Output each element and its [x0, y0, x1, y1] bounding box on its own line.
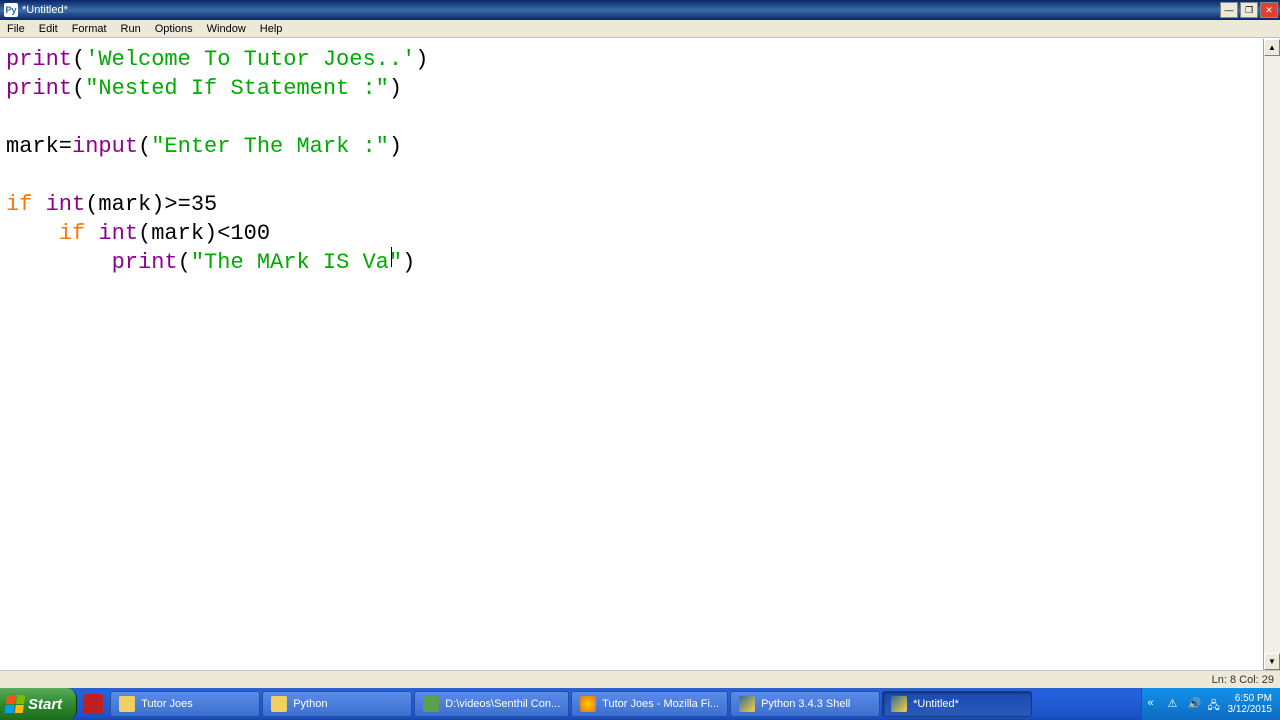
task-label: Tutor Joes - Mozilla Fi... [602, 698, 719, 710]
cursor-position: Ln: 8 Col: 29 [1212, 674, 1274, 686]
code-token: "Enter The Mark :" [151, 134, 389, 159]
app-icon [423, 696, 439, 712]
task-videos[interactable]: D:\videos\Senthil Con... [414, 691, 569, 717]
task-label: *Untitled* [913, 698, 959, 710]
code-token [85, 221, 98, 246]
code-token: ( [72, 76, 85, 101]
code-token: ) [402, 250, 415, 275]
clock-date: 3/12/2015 [1228, 704, 1273, 715]
tray-network-icon[interactable]: 🖧 [1208, 697, 1222, 711]
menu-window[interactable]: Window [200, 22, 253, 36]
editor-wrap: print('Welcome To Tutor Joes..') print("… [0, 38, 1280, 670]
menu-help[interactable]: Help [253, 22, 290, 36]
code-editor[interactable]: print('Welcome To Tutor Joes..') print("… [0, 39, 1263, 670]
code-token: ( [138, 134, 151, 159]
code-token: if [59, 221, 85, 246]
task-untitled[interactable]: *Untitled* [882, 691, 1032, 717]
code-token: ( [178, 250, 191, 275]
scroll-track[interactable] [1264, 56, 1280, 653]
code-token: int [46, 192, 86, 217]
code-token: input [72, 134, 138, 159]
start-button[interactable]: Start [0, 688, 77, 720]
window-title: *Untitled* [22, 4, 1220, 16]
code-token: "The MArk IS Va" [191, 250, 402, 275]
window-buttons: — ❐ ✕ [1220, 2, 1278, 18]
statusbar: Ln: 8 Col: 29 [0, 670, 1280, 688]
tray-chevron-icon[interactable]: « [1148, 697, 1162, 711]
minimize-button[interactable]: — [1220, 2, 1238, 18]
systray: « ⚠ 🔊 🖧 6:50 PM 3/12/2015 [1141, 688, 1280, 720]
python-icon [891, 696, 907, 712]
task-label: Python [293, 698, 327, 710]
code-token: ) [389, 134, 402, 159]
tray-shield-icon[interactable]: ⚠ [1168, 697, 1182, 711]
code-token: int [98, 221, 138, 246]
folder-icon [119, 696, 135, 712]
menu-format[interactable]: Format [65, 22, 114, 36]
code-token [6, 250, 112, 275]
systray-clock[interactable]: 6:50 PM 3/12/2015 [1228, 693, 1273, 715]
clock-time: 6:50 PM [1228, 693, 1273, 704]
taskbar: Start Tutor Joes Python D:\videos\Senthi… [0, 688, 1280, 720]
code-token: (mark)>=35 [85, 192, 217, 217]
app-icon: Py [4, 3, 18, 17]
start-label: Start [28, 696, 62, 713]
code-token: print [112, 250, 178, 275]
scroll-down-button[interactable]: ▼ [1264, 653, 1280, 670]
code-token: "Nested If Statement :" [85, 76, 389, 101]
code-token: (mark)<100 [138, 221, 270, 246]
tray-volume-icon[interactable]: 🔊 [1188, 697, 1202, 711]
task-label: D:\videos\Senthil Con... [445, 698, 560, 710]
task-label: Tutor Joes [141, 698, 193, 710]
menubar: File Edit Format Run Options Window Help [0, 20, 1280, 38]
task-python-folder[interactable]: Python [262, 691, 412, 717]
code-token: print [6, 47, 72, 72]
code-token: if [6, 192, 32, 217]
close-button[interactable]: ✕ [1260, 2, 1278, 18]
task-python-shell[interactable]: Python 3.4.3 Shell [730, 691, 880, 717]
task-label: Python 3.4.3 Shell [761, 698, 850, 710]
vertical-scrollbar[interactable]: ▲ ▼ [1263, 39, 1280, 670]
menu-file[interactable]: File [0, 22, 32, 36]
folder-icon [271, 696, 287, 712]
code-token: print [6, 76, 72, 101]
maximize-button[interactable]: ❐ [1240, 2, 1258, 18]
scroll-up-button[interactable]: ▲ [1264, 39, 1280, 56]
code-token [6, 221, 59, 246]
menu-run[interactable]: Run [114, 22, 148, 36]
menu-edit[interactable]: Edit [32, 22, 65, 36]
quicklaunch-adobe[interactable] [79, 691, 107, 717]
windows-logo-icon [5, 695, 26, 713]
code-token: ) [415, 47, 428, 72]
task-firefox[interactable]: Tutor Joes - Mozilla Fi... [571, 691, 728, 717]
text-cursor [391, 247, 392, 267]
code-token [32, 192, 45, 217]
python-icon [739, 696, 755, 712]
code-token: ( [72, 47, 85, 72]
titlebar: Py *Untitled* — ❐ ✕ [0, 0, 1280, 20]
code-token: 'Welcome To Tutor Joes..' [85, 47, 415, 72]
task-tutor-joes[interactable]: Tutor Joes [110, 691, 260, 717]
menu-options[interactable]: Options [148, 22, 200, 36]
firefox-icon [580, 696, 596, 712]
code-token: ) [389, 76, 402, 101]
code-token: mark= [6, 134, 72, 159]
